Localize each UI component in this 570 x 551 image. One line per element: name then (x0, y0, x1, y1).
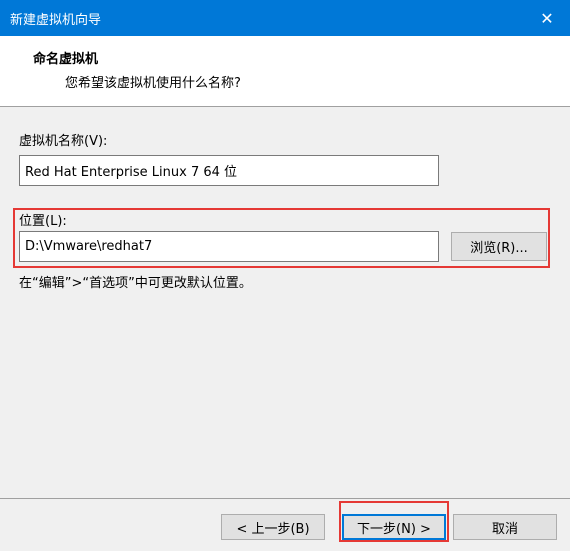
back-button[interactable]: < 上一步(B) (221, 514, 325, 540)
title-bar: 新建虚拟机向导 ✕ (0, 0, 570, 36)
step-subtitle: 您希望该虚拟机使用什么名称? (65, 76, 241, 91)
vm-name-label: 虚拟机名称(V): (19, 134, 108, 149)
location-label: 位置(L): (19, 214, 67, 229)
location-hint: 在“编辑”>“首选项”中可更改默认位置。 (19, 276, 252, 291)
browse-button[interactable]: 浏览(R)... (451, 232, 547, 261)
vm-name-input[interactable] (19, 155, 439, 186)
location-input[interactable] (19, 231, 439, 262)
next-button[interactable]: 下一步(N) > (342, 514, 446, 540)
step-title: 命名虚拟机 (33, 52, 99, 67)
window-title: 新建虚拟机向导 (10, 13, 102, 28)
close-icon[interactable]: ✕ (524, 0, 570, 36)
cancel-button[interactable]: 取消 (453, 514, 557, 540)
wizard-header: 命名虚拟机 您希望该虚拟机使用什么名称? (0, 36, 570, 107)
footer-separator (0, 498, 570, 499)
